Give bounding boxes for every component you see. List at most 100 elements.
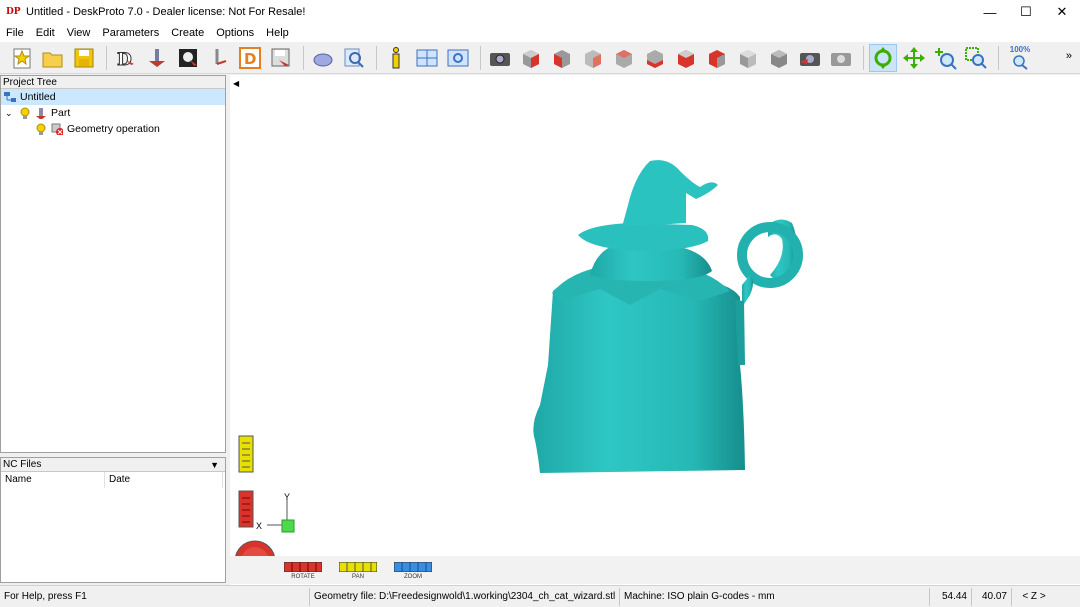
simulation-button[interactable] <box>309 44 337 72</box>
collapse-panel-arrow-icon[interactable]: ◀ <box>233 79 239 88</box>
magnifier-page-icon <box>344 48 364 68</box>
tree-item-project[interactable]: Untitled <box>1 89 225 105</box>
create-toolpath-button[interactable]: D <box>236 44 264 72</box>
menu-file[interactable]: File <box>0 27 30 39</box>
view-back-button[interactable] <box>579 44 607 72</box>
zoom-100-label: 100% <box>1009 44 1031 54</box>
close-button[interactable]: ✕ <box>1044 0 1080 24</box>
lightbulb-icon[interactable] <box>19 107 31 119</box>
bitmap-button[interactable] <box>174 44 202 72</box>
simulation-icon <box>313 53 333 66</box>
zoom-bar-icon[interactable] <box>394 562 432 572</box>
cube-back-icon <box>585 49 601 68</box>
column-header-name[interactable]: Name <box>1 472 105 488</box>
screenshot-save-button[interactable] <box>827 44 855 72</box>
menu-edit[interactable]: Edit <box>30 27 61 39</box>
toolbar-separator <box>480 45 481 70</box>
cube-right-icon <box>647 49 663 68</box>
camera-grey-icon <box>831 52 851 66</box>
open-project-button[interactable] <box>39 44 67 72</box>
zoom-window-button[interactable] <box>962 44 990 72</box>
status-help-text: For Help, press F1 <box>0 587 310 606</box>
info-button[interactable] <box>382 44 410 72</box>
nc-files-header: NC Files ▼ <box>1 458 225 472</box>
status-axis-indicator: < Z > <box>1022 590 1046 602</box>
cube-solid-icon <box>771 49 787 68</box>
menu-help[interactable]: Help <box>260 27 295 39</box>
app-window: DP Untitled - DeskProto 7.0 - Dealer lic… <box>0 0 1080 607</box>
rotate-arrows-icon <box>874 46 892 69</box>
window-layout-button[interactable] <box>413 44 441 72</box>
view-slider-yellow[interactable] <box>238 435 258 473</box>
minimize-button[interactable]: — <box>972 0 1008 24</box>
view-front-button[interactable] <box>548 44 576 72</box>
rotate-mode-button[interactable] <box>869 43 897 72</box>
toolbar-overflow-chevron[interactable]: » <box>1066 50 1072 62</box>
window-layout-icon <box>416 49 438 66</box>
zoom-plus-icon <box>935 47 957 70</box>
lightbulb-icon[interactable] <box>35 123 47 135</box>
view-iso-button[interactable] <box>517 44 545 72</box>
toolbar-separator <box>376 45 377 70</box>
tree-item-part[interactable]: ⌄ Part <box>1 105 225 121</box>
new-project-button[interactable] <box>8 44 36 72</box>
export-nc-button[interactable] <box>267 44 295 72</box>
screenshot-export-button[interactable] <box>796 44 824 72</box>
viewport-nav-strip: ROTATE PAN ZOOM <box>230 556 1080 584</box>
save-project-button[interactable] <box>70 44 98 72</box>
menu-bar: File Edit View Parameters Create Options… <box>0 24 1080 42</box>
view-top-button[interactable] <box>672 44 700 72</box>
pan-bar-icon[interactable] <box>339 562 377 572</box>
3d-model-view[interactable] <box>230 75 1080 585</box>
preview-button[interactable] <box>340 44 368 72</box>
menu-create[interactable]: Create <box>165 27 210 39</box>
title-bar: DP Untitled - DeskProto 7.0 - Dealer lic… <box>0 0 1080 24</box>
tree-item-geometry-operation[interactable]: Geometry operation <box>1 121 225 137</box>
rotate-label: ROTATE <box>291 574 315 580</box>
project-icon <box>4 92 16 102</box>
3d-viewport[interactable]: Y X <box>230 75 1080 585</box>
view-grey-cube-button[interactable] <box>734 44 762 72</box>
window-controls: — ☐ ✕ <box>972 0 1080 24</box>
pan-mode-button[interactable] <box>900 44 928 72</box>
geometry-operation-error-icon <box>51 123 63 135</box>
view-solid-cube-button[interactable] <box>765 44 793 72</box>
nc-files-columns: Name Date <box>1 472 225 488</box>
part-parameters-button[interactable] <box>143 44 171 72</box>
column-header-date[interactable]: Date <box>105 472 223 488</box>
menu-options[interactable]: Options <box>210 27 260 39</box>
axis-y-label: Y <box>284 492 290 502</box>
zoom-100-button[interactable]: 100% <box>1004 44 1036 72</box>
window-zoom-button[interactable] <box>444 44 472 72</box>
open-folder-icon <box>42 52 63 67</box>
status-coord-y: 40.07 <box>972 587 1012 606</box>
load-geometry-button[interactable]: D <box>112 44 140 72</box>
view-bottom-button[interactable] <box>703 44 731 72</box>
view-right-button[interactable] <box>641 44 669 72</box>
axis-x-label: X <box>256 521 262 531</box>
menu-view[interactable]: View <box>61 27 97 39</box>
menu-parameters[interactable]: Parameters <box>96 27 165 39</box>
vector-button[interactable] <box>205 44 233 72</box>
cube-front-icon <box>554 49 570 68</box>
toolbar-separator <box>998 45 999 70</box>
project-tree-header: Project Tree <box>1 76 225 89</box>
zoom-mode-button[interactable] <box>931 44 959 72</box>
zoom-label: ZOOM <box>404 574 422 580</box>
dropdown-arrow-icon[interactable]: ▼ <box>210 458 219 472</box>
zoom-100-magnifier-icon <box>1013 54 1028 70</box>
cube-iso-icon <box>523 49 539 68</box>
rotate-bar-icon[interactable] <box>284 562 322 572</box>
chevron-down-icon[interactable]: ⌄ <box>5 108 19 119</box>
maximize-button[interactable]: ☐ <box>1008 0 1044 24</box>
view-left-button[interactable] <box>610 44 638 72</box>
cube-grey-icon <box>740 49 756 68</box>
bitmap-icon <box>179 48 197 67</box>
status-coord-x: 54.44 <box>930 587 972 606</box>
toolbar-separator <box>106 45 107 70</box>
tree-item-part-label: Part <box>51 107 71 119</box>
nc-files-title: NC Files <box>3 459 42 470</box>
screenshot-button[interactable] <box>486 44 514 72</box>
toolbar-separator <box>863 45 864 70</box>
svg-text:D: D <box>244 50 256 68</box>
